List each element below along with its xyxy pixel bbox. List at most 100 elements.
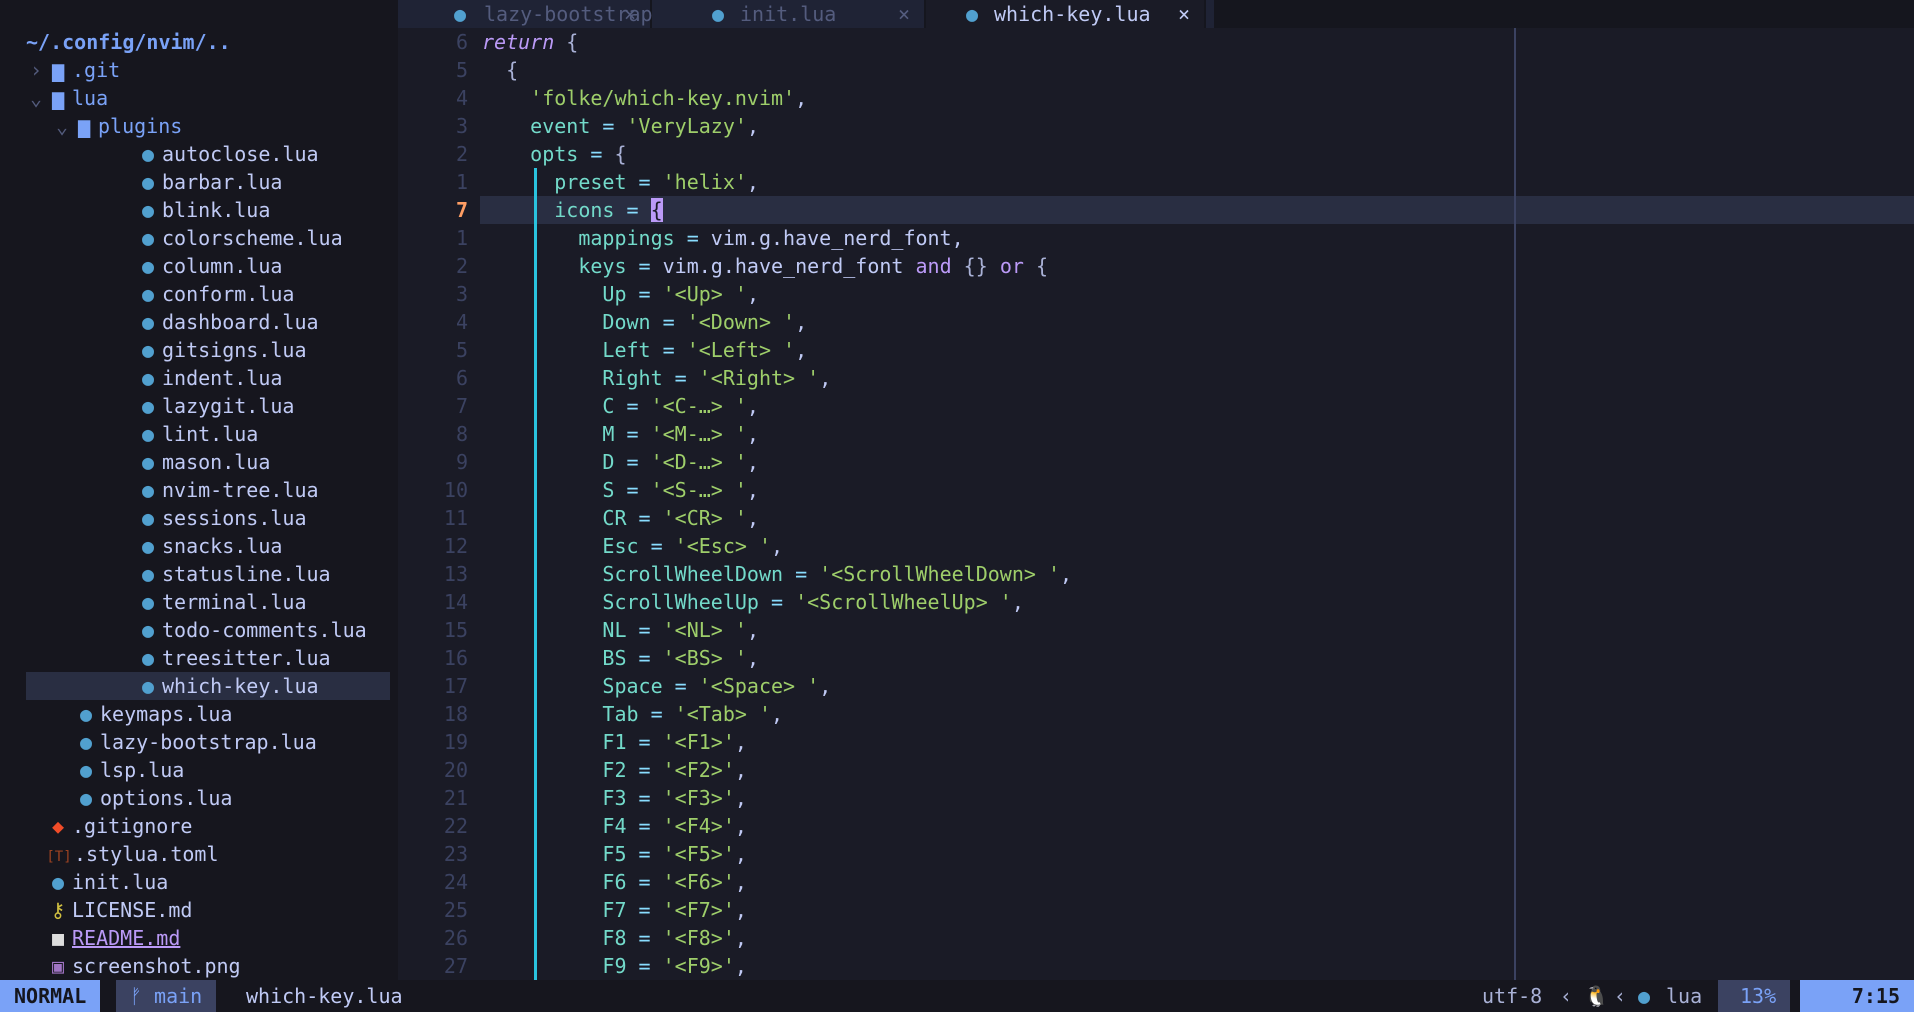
code-line[interactable]: preset = 'helix', [482, 168, 759, 196]
tree-item[interactable]: ▣ screenshot.png [26, 952, 241, 980]
explorer-root-path[interactable]: ~/.config/nvim/.. [26, 28, 231, 56]
code-line[interactable]: Space = '<Space> ', [482, 672, 831, 700]
tree-item[interactable]: ● indent.lua [78, 364, 282, 392]
tree-item[interactable]: ● treesitter.lua [78, 644, 331, 672]
code-token: '<Down> ' [686, 310, 796, 334]
tree-item[interactable]: › ▆ .git [26, 56, 120, 84]
code-line[interactable]: F4 = '<F4>', [482, 812, 747, 840]
code-line[interactable]: F8 = '<F8>', [482, 924, 747, 952]
tab-which-key[interactable]: ● which-key.lua × [926, 0, 1204, 28]
code-line[interactable]: mappings = vim.g.have_nerd_font, [482, 224, 963, 252]
line-number: 14 [443, 590, 468, 614]
tree-item[interactable]: ● keymaps.lua [52, 700, 232, 728]
tree-item[interactable]: ● which-key.lua [26, 672, 390, 700]
tab-init[interactable]: ● init.lua × [652, 0, 924, 28]
chevron-down-icon[interactable]: ⌄ [52, 112, 72, 140]
tree-item[interactable]: ● sessions.lua [78, 504, 307, 532]
tree-item[interactable]: ● dashboard.lua [78, 308, 319, 336]
line-number: 22 [443, 814, 468, 838]
code-line[interactable]: Right = '<Right> ', [482, 364, 831, 392]
tree-item[interactable]: ● gitsigns.lua [78, 336, 307, 364]
tree-item-label: treesitter.lua [162, 646, 331, 670]
code-line[interactable]: BS = '<BS> ', [482, 644, 759, 672]
code-line[interactable]: F5 = '<F5>', [482, 840, 747, 868]
close-icon[interactable]: × [1178, 0, 1190, 28]
code-line[interactable]: F1 = '<F1>', [482, 728, 747, 756]
tree-item[interactable]: ● column.lua [78, 252, 282, 280]
tree-item[interactable]: ⌄ ▆ plugins [52, 112, 182, 140]
tree-item[interactable]: ● lint.lua [78, 420, 258, 448]
code-line[interactable]: F2 = '<F2>', [482, 756, 747, 784]
tree-item[interactable]: ● todo-comments.lua [78, 616, 367, 644]
code-line[interactable]: keys = vim.g.have_nerd_font and {} or { [482, 252, 1048, 280]
tab-lazy-bootstrap[interactable]: ● lazy-bootstrap.lua × [398, 0, 701, 28]
code-line[interactable]: CR = '<CR> ', [482, 504, 759, 532]
code-line[interactable]: F9 = '<F9>', [482, 952, 747, 980]
close-icon[interactable]: × [624, 0, 636, 28]
chevron-right-icon[interactable]: › [26, 56, 46, 84]
code-line[interactable]: D = '<D-…> ', [482, 448, 759, 476]
code-line[interactable]: ScrollWheelUp = '<ScrollWheelUp> ', [482, 588, 1023, 616]
code-line[interactable]: Esc = '<Esc> ', [482, 532, 783, 560]
tabline-fill [1206, 0, 1214, 28]
code-line[interactable]: Down = '<Down> ', [482, 308, 807, 336]
tree-item[interactable]: ■ README.md [26, 924, 180, 952]
tree-item[interactable]: ● snacks.lua [78, 532, 282, 560]
code-line[interactable]: F7 = '<F7>', [482, 896, 747, 924]
close-icon[interactable]: × [898, 0, 910, 28]
tree-item[interactable]: ● barbar.lua [78, 168, 282, 196]
line-number: 3 [455, 282, 468, 306]
code-token: , [819, 674, 832, 698]
tree-item[interactable]: ◆ .gitignore [26, 812, 192, 840]
code-token: = [662, 674, 699, 698]
tree-item[interactable]: ● blink.lua [78, 196, 270, 224]
tree-item[interactable]: ● init.lua [26, 868, 168, 896]
tree-item[interactable]: [T] .stylua.toml [26, 840, 218, 868]
code-line[interactable]: Up = '<Up> ', [482, 280, 759, 308]
code-line[interactable]: ScrollWheelDown = '<ScrollWheelDown> ', [482, 560, 1072, 588]
code-line[interactable]: M = '<M-…> ', [482, 420, 759, 448]
code-line[interactable]: { [482, 56, 518, 84]
code-line[interactable]: F6 = '<F6>', [482, 868, 747, 896]
tree-item[interactable]: ● autoclose.lua [78, 140, 319, 168]
code-line[interactable]: NL = '<NL> ', [482, 616, 759, 644]
code-line[interactable]: F3 = '<F3>', [482, 784, 747, 812]
tree-item[interactable]: ⌄ ▆ lua [26, 84, 108, 112]
chevron-down-icon[interactable]: ⌄ [26, 84, 46, 112]
code-token: , [746, 478, 759, 502]
code-line[interactable]: opts = { [482, 140, 626, 168]
code-token: = [650, 310, 687, 334]
tree-item[interactable]: ● terminal.lua [78, 588, 307, 616]
code-line[interactable]: Tab = '<Tab> ', [482, 700, 783, 728]
code-line[interactable]: return { [482, 28, 578, 56]
tree-item[interactable]: ● lsp.lua [52, 756, 184, 784]
tab-label: init.lua [740, 2, 837, 26]
tree-item[interactable]: ● lazy-bootstrap.lua [52, 728, 317, 756]
code-token: = [578, 142, 615, 166]
tree-item[interactable]: ⚷ LICENSE.md [26, 896, 193, 924]
code-token: '<Left> ' [686, 338, 796, 362]
code-line[interactable]: event = 'VeryLazy', [482, 112, 759, 140]
tree-item[interactable]: ● options.lua [52, 784, 232, 812]
code-line[interactable]: S = '<S-…> ', [482, 476, 759, 504]
tree-item[interactable]: ● mason.lua [78, 448, 270, 476]
file-encoding: utf-8 [1482, 984, 1543, 1008]
tree-item-label: snacks.lua [162, 534, 283, 558]
tree-item[interactable]: ● colorscheme.lua [78, 224, 343, 252]
code-line[interactable]: C = '<C-…> ', [482, 392, 759, 420]
tree-item[interactable]: ● nvim-tree.lua [78, 476, 319, 504]
tree-item[interactable]: ● lazygit.lua [78, 392, 294, 420]
tree-item[interactable]: ● statusline.lua [78, 560, 331, 588]
code-line[interactable]: 'folke/which-key.nvim', [482, 84, 807, 112]
code-line[interactable]: Left = '<Left> ', [482, 336, 807, 364]
git-branch[interactable]: ᚠ main [116, 980, 217, 1012]
code-editor[interactable]: 6 return {5 {4 'folke/which-key.nvim', 3 e… [398, 28, 1914, 980]
lua-icon: ● [141, 534, 155, 558]
tree-item[interactable]: ● conform.lua [78, 280, 294, 308]
code-line[interactable]: icons = { [482, 196, 663, 224]
